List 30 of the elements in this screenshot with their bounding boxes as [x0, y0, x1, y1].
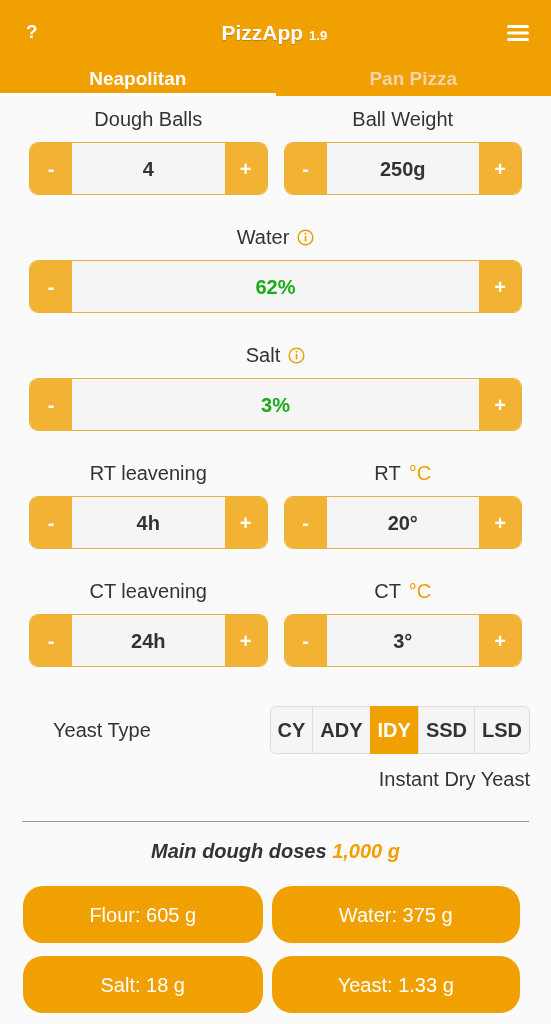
app-title: PizzApp	[221, 19, 304, 46]
field-label: RT	[374, 461, 401, 486]
yeast-option[interactable]: IDY	[369, 706, 419, 754]
yeast-option[interactable]: CY	[269, 706, 314, 754]
field-label: Water	[236, 225, 290, 250]
yeast-option[interactable]: SSD	[417, 706, 475, 754]
tab[interactable]: Neapolitan	[0, 65, 276, 96]
version-text: 1.9	[309, 26, 328, 45]
unit-label: °C	[408, 461, 432, 486]
field-label: CT	[374, 579, 401, 604]
doses-total: 1,000 g	[332, 840, 400, 862]
help-button[interactable]: ?	[22, 18, 42, 47]
field-label: RT leavening	[89, 461, 207, 486]
yeast-option[interactable]: ADY	[312, 706, 371, 754]
field-label: Ball Weight	[352, 107, 454, 132]
dose-button[interactable]: Flour: 605 g	[23, 886, 263, 943]
yeast-description: Instant Dry Yeast	[377, 767, 531, 792]
info-icon[interactable]	[288, 346, 306, 364]
yeast-type-label: Yeast Type	[53, 718, 151, 743]
dose-button[interactable]: Salt: 18 g	[23, 956, 263, 1013]
field-label: CT leavening	[89, 579, 207, 604]
dose-button[interactable]: Yeast: 1.33 g	[271, 956, 520, 1013]
unit-label: °C	[408, 579, 432, 604]
field-label: Salt	[245, 343, 281, 368]
tab[interactable]: Pan Pizza	[275, 65, 551, 96]
field-label: Dough Balls	[94, 107, 203, 132]
dose-button[interactable]: Water: 375 g	[271, 886, 520, 943]
yeast-option[interactable]: LSD	[474, 706, 530, 754]
doses-title: Main dough doses	[151, 840, 327, 862]
info-icon[interactable]	[297, 228, 315, 246]
